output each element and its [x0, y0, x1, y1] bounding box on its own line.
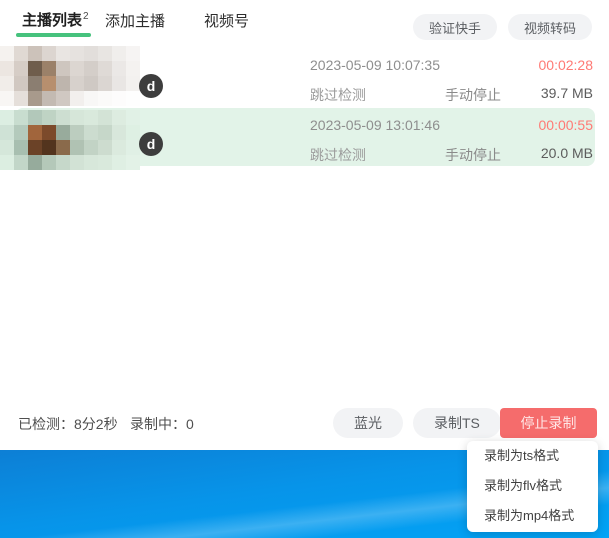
- record-ts-button[interactable]: 录制TS: [413, 408, 501, 438]
- blu-ray-button[interactable]: 蓝光: [333, 408, 403, 438]
- anchor-avatar-pixelated: [0, 110, 140, 170]
- anchor-avatar-pixelated: [0, 46, 140, 106]
- record-start-time: 2023-05-09 13:01:46: [310, 117, 440, 133]
- tab-anchor-list[interactable]: 主播列表2: [22, 9, 89, 30]
- tab-video-account[interactable]: 视频号: [204, 10, 249, 31]
- verify-kuaishou-button[interactable]: 验证快手: [413, 14, 497, 40]
- skip-detect-label: 跳过检测: [310, 145, 366, 165]
- manual-stop-label: 手动停止: [445, 145, 501, 165]
- skip-detect-label: 跳过检测: [310, 85, 366, 105]
- anchor-row[interactable]: d 2023-05-09 10:07:35 00:02:28 跳过检测 手动停止…: [0, 48, 609, 107]
- tab-count-badge: 2: [83, 11, 89, 22]
- anchor-row-selected[interactable]: d 2023-05-09 13:01:46 00:00:55 跳过检测 手动停止…: [0, 108, 609, 166]
- platform-badge-icon: d: [139, 132, 163, 156]
- app-window: 主播列表2 添加主播 视频号 验证快手 视频转码 d 2023-05-09 10…: [0, 0, 609, 538]
- recording-count-status: 录制中：0: [130, 414, 194, 434]
- menu-item-ts-format[interactable]: 录制为ts格式: [467, 441, 598, 471]
- active-tab-underline: [16, 33, 91, 37]
- tab-video-account-label: 视频号: [204, 13, 249, 30]
- detected-time-status: 已检测：8分2秒: [18, 414, 118, 434]
- record-format-menu: 录制为ts格式 录制为flv格式 录制为mp4格式: [467, 441, 598, 532]
- platform-badge-icon: d: [139, 74, 163, 98]
- tab-add-anchor[interactable]: 添加主播: [105, 10, 165, 31]
- record-duration: 00:02:28: [539, 57, 594, 73]
- stop-record-button[interactable]: 停止录制: [500, 408, 597, 438]
- record-duration: 00:00:55: [539, 117, 594, 133]
- file-size-label: 39.7 MB: [541, 85, 593, 101]
- manual-stop-label: 手动停止: [445, 85, 501, 105]
- file-size-label: 20.0 MB: [541, 145, 593, 161]
- tab-add-anchor-label: 添加主播: [105, 13, 165, 30]
- menu-item-mp4-format[interactable]: 录制为mp4格式: [467, 501, 598, 531]
- record-start-time: 2023-05-09 10:07:35: [310, 57, 440, 73]
- video-transcode-button[interactable]: 视频转码: [508, 14, 592, 40]
- menu-item-flv-format[interactable]: 录制为flv格式: [467, 471, 598, 501]
- tab-anchor-list-label: 主播列表: [22, 12, 82, 29]
